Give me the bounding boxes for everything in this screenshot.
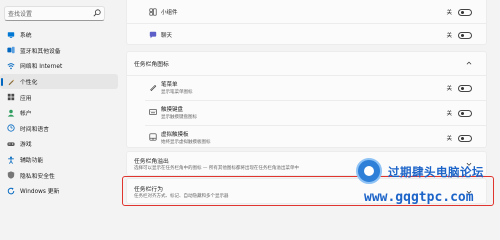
pen-menu-toggle-state: 关	[446, 86, 452, 92]
bluetooth-icon	[7, 47, 15, 54]
wifi-icon	[7, 63, 15, 70]
watermark-logo-icon	[356, 158, 382, 184]
pen-menu-label: 笔菜单	[161, 82, 178, 88]
watermark-title: 过期肆头电脑论坛	[388, 165, 484, 179]
sidebar-item-label: 隐私和安全性	[20, 173, 55, 180]
chat-toggle-state: 关	[446, 33, 452, 39]
watermark-url: www.gqgtpc.com	[364, 190, 474, 205]
chat-toggle[interactable]	[458, 31, 472, 39]
chat-label: 聊天	[161, 33, 173, 39]
widgets-icon	[149, 8, 157, 16]
touch-keyboard-label: 触摸键盘	[161, 107, 184, 113]
pen-icon	[8, 79, 15, 85]
sidebar-item-windows-update[interactable]: Windows 更新	[0, 183, 118, 199]
widgets-toggle[interactable]	[458, 8, 472, 16]
sidebar-item-label: 蓝牙和其他设备	[20, 48, 61, 55]
touch-keyboard-toggle[interactable]	[458, 109, 472, 117]
sidebar-item-label: 时间和语言	[20, 126, 49, 133]
sidebar-item-network[interactable]: 网络和 Internet	[0, 58, 118, 74]
setting-row-chat: 聊天 关	[127, 24, 486, 46]
sidebar-item-label: 个性化	[20, 80, 38, 87]
taskbar-items-card: 小组件 关 聊天 关	[126, 0, 487, 45]
sidebar-item-accessibility[interactable]: 辅助功能	[0, 152, 118, 168]
setting-row-touch-keyboard: 触摸键盘 显示触摸键盘图标 关	[127, 101, 486, 125]
sidebar-item-accounts[interactable]: 帐户	[0, 105, 118, 121]
section-header-corner-icons[interactable]: 任务栏角图标	[127, 52, 486, 74]
sidebar-item-label: 辅助功能	[20, 158, 44, 165]
search-box[interactable]: 查找设置	[4, 6, 105, 21]
monitor-icon	[7, 31, 15, 38]
sidebar-item-label: 游戏	[20, 142, 32, 149]
touch-keyboard-desc: 显示触摸键盘图标	[161, 115, 197, 120]
search-input[interactable]: 查找设置	[8, 9, 32, 18]
person-icon	[7, 109, 15, 117]
globe-clock-icon	[7, 124, 15, 132]
pen-menu-toggle[interactable]	[458, 84, 472, 92]
setting-row-pen-menu: 笔菜单 显示笔菜单图标 关	[127, 76, 486, 100]
pen-menu-icon	[150, 84, 157, 91]
setting-row-widgets: 小组件 关	[127, 1, 486, 23]
accessibility-icon	[8, 156, 14, 164]
touch-keyboard-toggle-state: 关	[446, 111, 452, 117]
update-icon	[7, 187, 15, 195]
touchpad-icon	[149, 133, 157, 141]
gamepad-icon	[7, 142, 15, 146]
taskbar-corner-icons-card: 任务栏角图标 笔菜单 显示笔菜单图标 关 触摸键盘 显示触摸键盘图标 关 虚拟触…	[126, 51, 487, 148]
sidebar-item-label: 应用	[20, 95, 32, 102]
virtual-touchpad-toggle-state: 关	[446, 136, 452, 142]
sidebar-item-label: 帐户	[20, 111, 32, 118]
sidebar-item-time-language[interactable]: 时间和语言	[0, 121, 118, 137]
section-desc-corner-overflow: 选择可以显示在任务栏角中的图标 — 所有其他图标都将出现在任务栏角溢出菜单中	[134, 166, 299, 171]
apps-icon	[7, 93, 15, 101]
sidebar-item-bluetooth[interactable]: 蓝牙和其他设备	[0, 43, 118, 59]
sidebar-item-gaming[interactable]: 游戏	[0, 136, 118, 152]
widgets-toggle-state: 关	[446, 10, 452, 16]
sidebar-item-personalization[interactable]: 个性化	[0, 73, 118, 90]
virtual-touchpad-label: 虚拟触摸板	[161, 132, 189, 138]
chevron-up-icon[interactable]	[466, 60, 472, 66]
pen-menu-desc: 显示笔菜单图标	[161, 90, 193, 95]
sidebar-nav: 系统 蓝牙和其他设备 网络和 Internet 个性化 应用 帐户 时间和语言 …	[0, 27, 118, 199]
search-icon[interactable]	[93, 9, 101, 17]
virtual-touchpad-toggle[interactable]	[458, 134, 472, 142]
setting-row-virtual-touchpad: 虚拟触摸板 始终显示虚拟触摸板图标 关	[127, 126, 486, 150]
sidebar-item-label: 系统	[20, 33, 32, 40]
watermark: 过期肆头电脑论坛 www.gqgtpc.com	[350, 148, 500, 210]
sidebar-item-label: Windows 更新	[20, 189, 60, 196]
widgets-label: 小组件	[161, 10, 178, 16]
sidebar-item-apps[interactable]: 应用	[0, 89, 118, 105]
sidebar: 查找设置 系统 蓝牙和其他设备 网络和 Internet 个性化 应用 帐户 时…	[0, 0, 118, 210]
shield-icon	[7, 171, 15, 179]
section-title-corner-icons: 任务栏角图标	[134, 62, 169, 68]
sidebar-item-label: 网络和 Internet	[20, 64, 63, 71]
section-title-corner-overflow: 任务栏角溢出	[134, 159, 169, 165]
keyboard-icon	[149, 109, 157, 115]
virtual-touchpad-desc: 始终显示虚拟触摸板图标	[161, 140, 211, 145]
sidebar-item-system[interactable]: 系统	[0, 27, 118, 43]
sidebar-item-privacy[interactable]: 隐私和安全性	[0, 167, 118, 183]
chat-icon	[149, 31, 157, 39]
